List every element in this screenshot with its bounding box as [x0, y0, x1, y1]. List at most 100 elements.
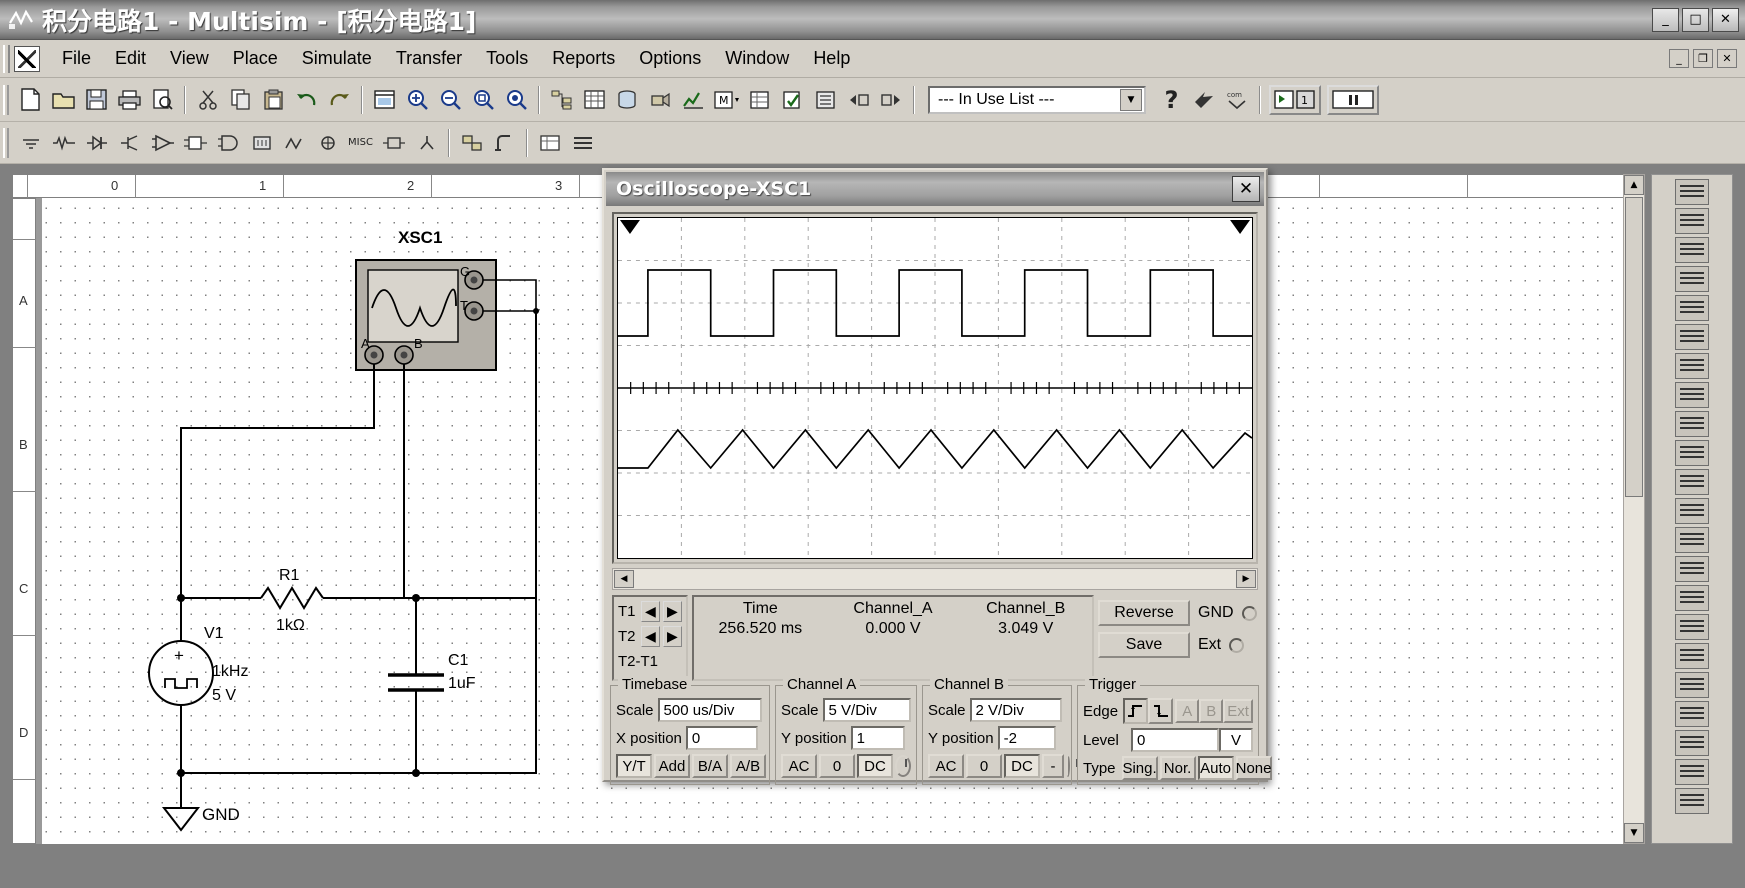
mode-ab-button[interactable]: A/B — [730, 754, 766, 778]
part-chip[interactable] — [1675, 179, 1709, 205]
cursor-t1-left-button[interactable]: ◀ — [640, 601, 660, 622]
oscilloscope-hscrollbar[interactable]: ◀ ▶ — [612, 568, 1258, 590]
mixed-component-icon[interactable] — [279, 127, 310, 159]
database-icon[interactable] — [612, 84, 643, 116]
indicator-component-icon[interactable] — [312, 127, 343, 159]
part-chip[interactable] — [1675, 527, 1709, 553]
part-chip[interactable] — [1675, 556, 1709, 582]
trigger-single-button[interactable]: Sing. — [1121, 756, 1158, 780]
trigger-rising-edge-button[interactable] — [1122, 698, 1149, 724]
part-chip[interactable] — [1675, 324, 1709, 350]
trigger-falling-edge-button[interactable] — [1148, 698, 1174, 724]
full-screen-icon[interactable] — [369, 84, 400, 116]
trigger-none-button[interactable]: None — [1235, 756, 1272, 780]
menu-item-edit[interactable]: Edit — [103, 44, 158, 73]
help-button[interactable]: ? — [1156, 84, 1187, 116]
part-chip[interactable] — [1675, 730, 1709, 756]
part-chip[interactable] — [1675, 585, 1709, 611]
erc-check-icon[interactable] — [777, 84, 808, 116]
cursor-t2-left-button[interactable]: ◀ — [640, 626, 660, 647]
channel-a-ac-button[interactable]: AC — [781, 754, 817, 778]
close-button[interactable]: ✕ — [1712, 7, 1739, 32]
channel-a-knob[interactable] — [895, 755, 911, 777]
misc-digital-icon[interactable] — [246, 127, 277, 159]
basic-component-icon[interactable] — [48, 127, 79, 159]
redo-icon[interactable] — [324, 84, 355, 116]
electromech-component-icon[interactable] — [411, 127, 442, 159]
trigger-source-b-button[interactable]: B — [1199, 699, 1224, 723]
menu-item-file[interactable]: File — [50, 44, 103, 73]
part-chip[interactable] — [1675, 643, 1709, 669]
menu-grip[interactable] — [3, 44, 10, 73]
back-annotate-icon[interactable] — [843, 84, 874, 116]
channel-a-ypos-field[interactable]: 1 — [850, 726, 905, 750]
part-chip[interactable] — [1675, 266, 1709, 292]
part-chip[interactable] — [1675, 382, 1709, 408]
oscilloscope-screen[interactable] — [617, 217, 1253, 559]
channel-b-dc-button[interactable]: DC — [1004, 754, 1040, 778]
detail-view-icon[interactable] — [567, 127, 598, 159]
copy-icon[interactable] — [225, 84, 256, 116]
parts-bin[interactable] — [1651, 174, 1733, 844]
open-file-icon[interactable] — [48, 84, 79, 116]
transistor-component-icon[interactable] — [114, 127, 145, 159]
component-wizard-icon[interactable] — [645, 84, 676, 116]
part-chip[interactable] — [1675, 672, 1709, 698]
menu-item-transfer[interactable]: Transfer — [384, 44, 474, 73]
part-chip[interactable] — [1675, 237, 1709, 263]
menu-item-place[interactable]: Place — [221, 44, 290, 73]
analog-component-icon[interactable] — [147, 127, 178, 159]
timebase-scale-field[interactable]: 500 us/Div — [657, 698, 762, 722]
menu-item-view[interactable]: View — [158, 44, 221, 73]
menu-item-tools[interactable]: Tools — [474, 44, 540, 73]
bus-icon[interactable] — [489, 127, 520, 159]
scroll-left-button[interactable]: ◀ — [614, 570, 634, 588]
part-chip[interactable] — [1675, 498, 1709, 524]
trigger-normal-button[interactable]: Nor. — [1159, 756, 1196, 780]
in-use-list-dropdown[interactable]: --- In Use List --- ▼ — [928, 85, 1146, 114]
part-chip[interactable] — [1675, 440, 1709, 466]
part-chip[interactable] — [1675, 759, 1709, 785]
zoom-fit-icon[interactable] — [501, 84, 532, 116]
zoom-in-icon[interactable] — [402, 84, 433, 116]
paste-icon[interactable] — [258, 84, 289, 116]
channel-b-zero-button[interactable]: 0 — [966, 754, 1002, 778]
com-icon[interactable]: com — [1222, 84, 1253, 116]
diode-component-icon[interactable] — [81, 127, 112, 159]
mdi-minimize-button[interactable]: _ — [1669, 49, 1689, 68]
forward-annotate-icon[interactable] — [876, 84, 907, 116]
hierarchical-block-icon[interactable] — [456, 127, 487, 159]
mode-add-button[interactable]: Add — [654, 754, 690, 778]
chevron-down-icon[interactable]: ▼ — [1120, 88, 1142, 111]
save-file-icon[interactable] — [81, 84, 112, 116]
scroll-down-button[interactable]: ▼ — [1624, 823, 1644, 843]
part-chip[interactable] — [1675, 788, 1709, 814]
cut-icon[interactable] — [192, 84, 223, 116]
cursor-t1-right-button[interactable]: ▶ — [662, 601, 682, 622]
trigger-source-ext-button[interactable]: Ext — [1223, 699, 1253, 723]
part-chip[interactable] — [1675, 469, 1709, 495]
channel-b-knob[interactable] — [1066, 755, 1078, 777]
part-chip[interactable] — [1675, 353, 1709, 379]
trigger-level-field[interactable]: 0 — [1131, 728, 1219, 752]
spreadsheet-view-icon[interactable] — [579, 84, 610, 116]
trigger-source-a-button[interactable]: A — [1175, 699, 1200, 723]
gnd-radio[interactable] — [1241, 605, 1257, 621]
run-simulation-button[interactable]: 1 — [1269, 84, 1321, 115]
new-file-icon[interactable] — [15, 84, 46, 116]
channel-a-zero-button[interactable]: 0 — [819, 754, 855, 778]
postprocessor-icon[interactable] — [744, 84, 775, 116]
part-chip[interactable] — [1675, 411, 1709, 437]
timebase-xpos-field[interactable]: 0 — [685, 726, 758, 750]
graph-icon[interactable] — [678, 84, 709, 116]
menu-item-reports[interactable]: Reports — [540, 44, 627, 73]
print-preview-icon[interactable] — [147, 84, 178, 116]
scroll-up-button[interactable]: ▲ — [1624, 175, 1644, 195]
mdi-restore-button[interactable]: ❐ — [1693, 49, 1713, 68]
reverse-button[interactable]: Reverse — [1098, 600, 1190, 626]
pause-simulation-button[interactable] — [1327, 84, 1379, 115]
ttl-component-icon[interactable] — [180, 127, 211, 159]
part-chip[interactable] — [1675, 701, 1709, 727]
zoom-out-icon[interactable] — [435, 84, 466, 116]
rf-component-icon[interactable] — [378, 127, 409, 159]
